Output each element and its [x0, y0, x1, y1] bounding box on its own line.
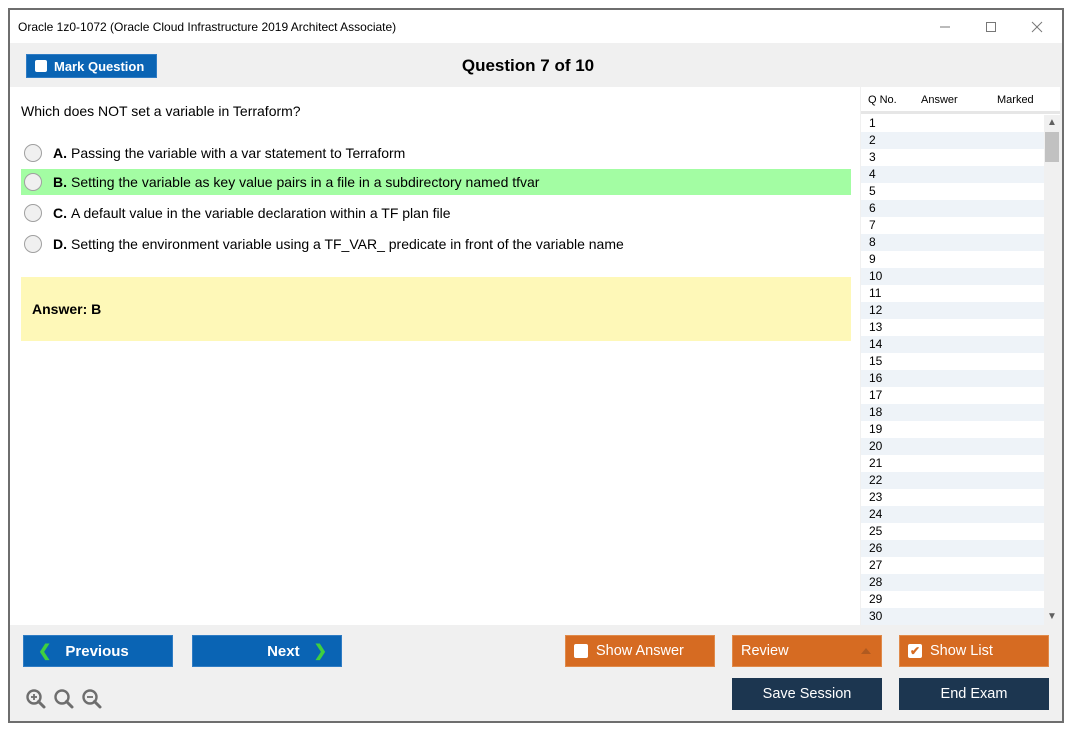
- column-qno[interactable]: Q No.: [868, 94, 897, 106]
- option-letter: A.: [53, 145, 67, 161]
- question-panel: Which does NOT set a variable in Terrafo…: [10, 87, 860, 625]
- scroll-down-icon[interactable]: ▼: [1044, 609, 1060, 625]
- end-exam-label: End Exam: [940, 686, 1008, 702]
- column-marked[interactable]: Marked: [997, 94, 1034, 106]
- question-list-row[interactable]: 10: [861, 268, 1044, 285]
- question-list-row[interactable]: 22: [861, 472, 1044, 489]
- question-list-row[interactable]: 25: [861, 523, 1044, 540]
- answer-box: Answer: B: [21, 277, 851, 341]
- show-answer-toggle[interactable]: Show Answer: [565, 635, 715, 667]
- radio-button[interactable]: [24, 173, 42, 191]
- close-icon: [1031, 21, 1043, 32]
- question-counter: Question 7 of 10: [461, 56, 595, 75]
- minimize-icon: [940, 26, 950, 27]
- question-list-header: Q No. Answer Marked: [861, 87, 1060, 114]
- question-list-row[interactable]: 20: [861, 438, 1044, 455]
- zoom-in-icon[interactable]: [25, 688, 47, 710]
- save-session-label: Save Session: [762, 686, 852, 702]
- question-list-row[interactable]: 27: [861, 557, 1044, 574]
- question-list-row[interactable]: 19: [861, 421, 1044, 438]
- zoom-controls: [25, 688, 103, 710]
- minimize-button[interactable]: [922, 10, 968, 43]
- option-c[interactable]: C. A default value in the variable decla…: [21, 200, 851, 226]
- maximize-button[interactable]: [968, 10, 1014, 43]
- question-list-row[interactable]: 16: [861, 370, 1044, 387]
- question-list-row[interactable]: 30: [861, 608, 1044, 625]
- title-bar: Oracle 1z0-1072 (Oracle Cloud Infrastruc…: [10, 10, 1062, 43]
- show-list-checkbox[interactable]: ✔: [908, 644, 922, 658]
- question-list-row[interactable]: 28: [861, 574, 1044, 591]
- next-button[interactable]: Next ❯: [192, 635, 342, 667]
- question-list-row[interactable]: 12: [861, 302, 1044, 319]
- option-text: Setting the environment variable using a…: [71, 236, 624, 252]
- question-list-row[interactable]: 13: [861, 319, 1044, 336]
- option-text: Setting the variable as key value pairs …: [71, 174, 540, 190]
- question-list-scrollbar[interactable]: ▲ ▼: [1044, 115, 1060, 625]
- option-letter: D.: [53, 236, 67, 252]
- option-letter: C.: [53, 205, 67, 221]
- question-list-row[interactable]: 17: [861, 387, 1044, 404]
- question-list-row[interactable]: 23: [861, 489, 1044, 506]
- question-list-row[interactable]: 6: [861, 200, 1044, 217]
- answer-text: Answer: B: [32, 301, 102, 317]
- show-list-label: Show List: [930, 643, 993, 659]
- option-text: A default value in the variable declarat…: [71, 205, 451, 221]
- show-list-toggle[interactable]: ✔ Show List: [899, 635, 1049, 667]
- previous-label: Previous: [65, 642, 129, 660]
- question-list-row[interactable]: 18: [861, 404, 1044, 421]
- chevron-right-icon: ❯: [313, 643, 327, 660]
- next-label: Next: [267, 642, 300, 660]
- question-list-row[interactable]: 2: [861, 132, 1044, 149]
- question-list: Q No. Answer Marked 1 2 3 4 5 6 7 8 9 10 11 12 13 14 1…: [861, 87, 1060, 625]
- option-a[interactable]: A. Passing the variable with a var state…: [21, 140, 851, 166]
- question-list-row[interactable]: 15: [861, 353, 1044, 370]
- caret-up-icon: [861, 648, 871, 654]
- show-answer-label: Show Answer: [596, 643, 684, 659]
- option-text: Passing the variable with a var statemen…: [71, 145, 406, 161]
- question-list-rows: 1 2 3 4 5 6 7 8 9 10 11 12 13 14 15 16 17 18 19 20 21 22 23 24 2…: [861, 115, 1044, 625]
- option-letter: B.: [53, 174, 67, 190]
- question-list-row[interactable]: 4: [861, 166, 1044, 183]
- radio-button[interactable]: [24, 204, 42, 222]
- exam-header: Mark Question Question 7 of 10: [10, 43, 1062, 87]
- question-list-row[interactable]: 26: [861, 540, 1044, 557]
- zoom-out-icon[interactable]: [81, 688, 103, 710]
- previous-button[interactable]: ❮ Previous: [23, 635, 173, 667]
- radio-button[interactable]: [24, 144, 42, 162]
- question-text: Which does NOT set a variable in Terrafo…: [21, 103, 301, 119]
- review-dropdown[interactable]: Review: [732, 635, 882, 667]
- maximize-icon: [986, 21, 996, 32]
- end-exam-button[interactable]: End Exam: [899, 678, 1049, 710]
- option-d[interactable]: D. Setting the environment variable usin…: [21, 231, 851, 257]
- question-list-row[interactable]: 14: [861, 336, 1044, 353]
- question-list-row[interactable]: 29: [861, 591, 1044, 608]
- question-list-row[interactable]: 21: [861, 455, 1044, 472]
- question-list-row[interactable]: 9: [861, 251, 1044, 268]
- question-list-row[interactable]: 1: [861, 115, 1044, 132]
- column-answer[interactable]: Answer: [921, 94, 958, 106]
- question-list-row[interactable]: 24: [861, 506, 1044, 523]
- app-window: Oracle 1z0-1072 (Oracle Cloud Infrastruc…: [8, 8, 1064, 723]
- show-answer-checkbox[interactable]: [574, 644, 588, 658]
- question-list-row[interactable]: 5: [861, 183, 1044, 200]
- window-title: Oracle 1z0-1072 (Oracle Cloud Infrastruc…: [18, 20, 397, 34]
- scroll-up-icon[interactable]: ▲: [1044, 115, 1060, 131]
- chevron-left-icon: ❮: [38, 643, 52, 660]
- option-b[interactable]: B. Setting the variable as key value pai…: [21, 169, 851, 195]
- review-label: Review: [741, 643, 789, 659]
- zoom-reset-icon[interactable]: [53, 688, 75, 710]
- save-session-button[interactable]: Save Session: [732, 678, 882, 710]
- radio-button[interactable]: [24, 235, 42, 253]
- scroll-thumb[interactable]: [1045, 132, 1059, 162]
- question-list-row[interactable]: 11: [861, 285, 1044, 302]
- close-button[interactable]: [1014, 10, 1060, 43]
- question-list-row[interactable]: 3: [861, 149, 1044, 166]
- question-list-row[interactable]: 7: [861, 217, 1044, 234]
- question-list-row[interactable]: 8: [861, 234, 1044, 251]
